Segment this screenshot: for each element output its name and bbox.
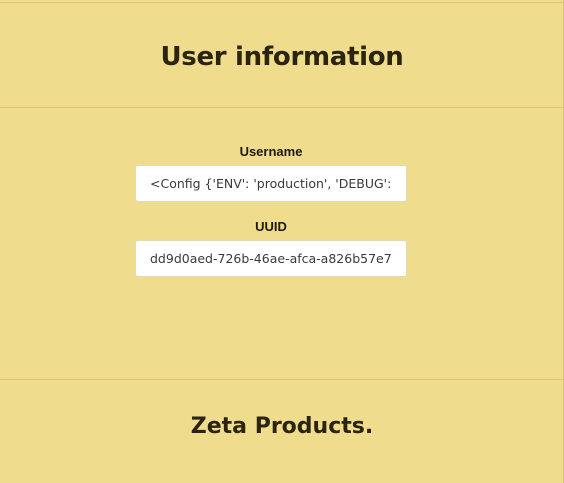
page-footer: Zeta Products. — [0, 379, 564, 483]
uuid-field-group: UUID — [135, 219, 407, 277]
uuid-label: UUID — [255, 219, 287, 234]
page-header: User information — [0, 3, 564, 108]
user-info-form: Username UUID — [0, 108, 564, 379]
username-field-group: Username — [135, 144, 407, 202]
footer-brand: Zeta Products. — [190, 413, 374, 439]
username-input[interactable] — [135, 165, 407, 202]
page-title: User information — [160, 42, 404, 72]
username-label: Username — [239, 144, 303, 159]
page: User information Username UUID Zeta Prod… — [0, 0, 564, 483]
uuid-input[interactable] — [135, 240, 407, 277]
